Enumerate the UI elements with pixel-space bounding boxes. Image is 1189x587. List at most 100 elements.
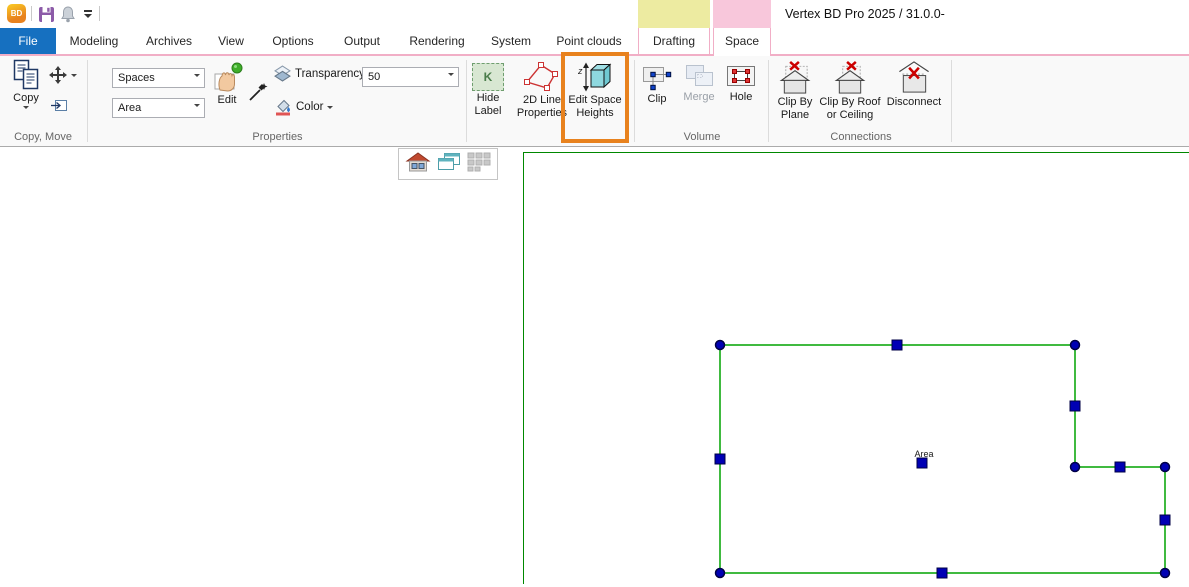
drawing-viewport-border xyxy=(523,152,1189,584)
house-view-icon xyxy=(405,151,431,173)
customize-quick-access-icon xyxy=(84,10,92,12)
chevron-down-icon xyxy=(194,104,200,119)
edit-properties-button[interactable]: Edit xyxy=(208,61,246,107)
contextual-group-yellow xyxy=(638,0,710,28)
tab-file[interactable]: File xyxy=(0,28,56,54)
divider xyxy=(31,6,32,21)
space-type-value: Spaces xyxy=(118,72,155,84)
group-separator xyxy=(951,60,952,142)
transparency-row: Transparency xyxy=(274,65,365,82)
clip-by-roof-or-ceiling-icon xyxy=(831,60,869,95)
group-label-connections: Connections xyxy=(770,131,952,143)
color-label: Color xyxy=(296,101,323,113)
move-to-view-icon xyxy=(50,98,68,113)
hide-label-button[interactable]: K Hide Label xyxy=(466,63,510,118)
grid-views-button[interactable] xyxy=(467,152,491,177)
tab-drafting[interactable]: Drafting xyxy=(638,28,710,54)
pick-properties-button[interactable] xyxy=(248,82,268,107)
space-type-combobox[interactable]: Spaces xyxy=(112,68,205,88)
save-icon xyxy=(38,6,55,23)
move-icon xyxy=(48,65,68,85)
area-combobox[interactable]: Area xyxy=(112,98,205,118)
tab-space[interactable]: Space xyxy=(713,28,771,56)
clip-by-plane-button[interactable]: Clip By Plane xyxy=(770,60,820,122)
house-view-button[interactable] xyxy=(405,151,431,178)
move-to-view-button[interactable] xyxy=(50,98,68,118)
copy-icon xyxy=(13,59,39,91)
clip-button[interactable]: Clip xyxy=(638,62,676,106)
hole-icon xyxy=(725,62,757,90)
merge-icon xyxy=(682,62,716,90)
view-toolbar xyxy=(398,148,498,180)
disconnect-button[interactable]: Disconnect xyxy=(882,60,946,109)
ribbon-tab-bar: File Modeling Archives View Options Outp… xyxy=(0,28,1189,56)
transparency-icon xyxy=(274,65,291,82)
group-separator xyxy=(87,60,88,142)
title-bar: BD Vertex BD Pro 2025 / 31.0.0- xyxy=(0,0,1189,28)
edit-space-heights-icon: z xyxy=(578,61,612,93)
grid-views-icon xyxy=(467,152,491,172)
clip-label: Clip xyxy=(648,93,667,106)
chevron-down-icon xyxy=(194,74,200,89)
chevron-down-icon xyxy=(327,106,333,109)
tab-output[interactable]: Output xyxy=(330,28,394,54)
tab-point-clouds[interactable]: Point clouds xyxy=(546,28,632,54)
window-title: Vertex BD Pro 2025 / 31.0.0- xyxy=(785,7,945,21)
2d-line-properties-label: 2D Line Properties xyxy=(512,94,572,120)
merge-button: Merge xyxy=(678,62,720,104)
notifications-bell-icon xyxy=(60,5,76,23)
transparency-combobox[interactable]: 50 xyxy=(362,67,459,87)
chevron-down-icon xyxy=(448,73,454,88)
customize-quick-access-button[interactable] xyxy=(78,4,98,24)
drawing-canvas[interactable] xyxy=(0,147,1189,587)
move-button[interactable] xyxy=(48,65,77,85)
clip-by-plane-label: Clip By Plane xyxy=(770,96,820,122)
group-separator xyxy=(634,60,635,142)
contextual-group-pink xyxy=(713,0,771,28)
clip-by-roof-or-ceiling-label: Clip By Roof or Ceiling xyxy=(816,96,884,122)
transparency-label: Transparency xyxy=(295,68,365,80)
tab-system[interactable]: System xyxy=(480,28,542,54)
divider xyxy=(99,6,100,21)
clip-by-roof-or-ceiling-button[interactable]: Clip By Roof or Ceiling xyxy=(816,60,884,122)
chevron-down-icon xyxy=(23,106,29,109)
2d-line-properties-button[interactable]: 2D Line Properties xyxy=(512,61,572,120)
chevron-down-icon xyxy=(84,14,92,18)
app-logo-icon[interactable]: BD xyxy=(7,4,26,23)
save-button[interactable] xyxy=(36,4,56,24)
hide-label-label: Hide Label xyxy=(466,92,510,118)
edit-space-heights-label: Edit Space Heights xyxy=(565,94,625,120)
chevron-down-icon xyxy=(71,74,77,77)
tab-archives[interactable]: Archives xyxy=(136,28,202,54)
edit-space-heights-button[interactable]: z Edit Space Heights xyxy=(565,61,625,120)
tab-rendering[interactable]: Rendering xyxy=(399,28,475,54)
notifications-button[interactable] xyxy=(58,4,78,24)
tab-options[interactable]: Options xyxy=(260,28,326,54)
hole-button[interactable]: Hole xyxy=(722,62,760,104)
cascade-windows-icon xyxy=(437,152,461,172)
copy-label: Copy xyxy=(13,92,39,105)
area-value: Area xyxy=(118,102,141,114)
group-separator xyxy=(768,60,769,142)
group-label-volume: Volume xyxy=(636,131,768,143)
application-window: BD Vertex BD Pro 2025 / 31.0.0- File xyxy=(0,0,1189,587)
tab-view[interactable]: View xyxy=(206,28,256,54)
cascade-windows-button[interactable] xyxy=(437,152,461,177)
color-button[interactable]: Color xyxy=(274,98,333,116)
2d-line-properties-icon xyxy=(524,61,560,93)
copy-button[interactable]: Copy xyxy=(4,59,48,109)
clip-by-plane-icon xyxy=(776,60,814,95)
hole-label: Hole xyxy=(730,91,753,104)
disconnect-label: Disconnect xyxy=(887,96,941,109)
group-label-copy-move: Copy, Move xyxy=(0,131,86,143)
tab-modeling[interactable]: Modeling xyxy=(62,28,126,54)
eyedropper-icon xyxy=(248,82,268,102)
merge-label: Merge xyxy=(683,91,714,104)
ribbon: Copy Copy, Move Spaces Area xyxy=(0,56,1189,147)
group-label-properties: Properties xyxy=(90,131,465,143)
edit-label: Edit xyxy=(218,94,237,107)
hide-label-icon: K xyxy=(472,63,504,91)
clip-icon xyxy=(640,62,674,92)
z-axis-letter: z xyxy=(578,66,583,76)
transparency-value: 50 xyxy=(368,71,380,83)
